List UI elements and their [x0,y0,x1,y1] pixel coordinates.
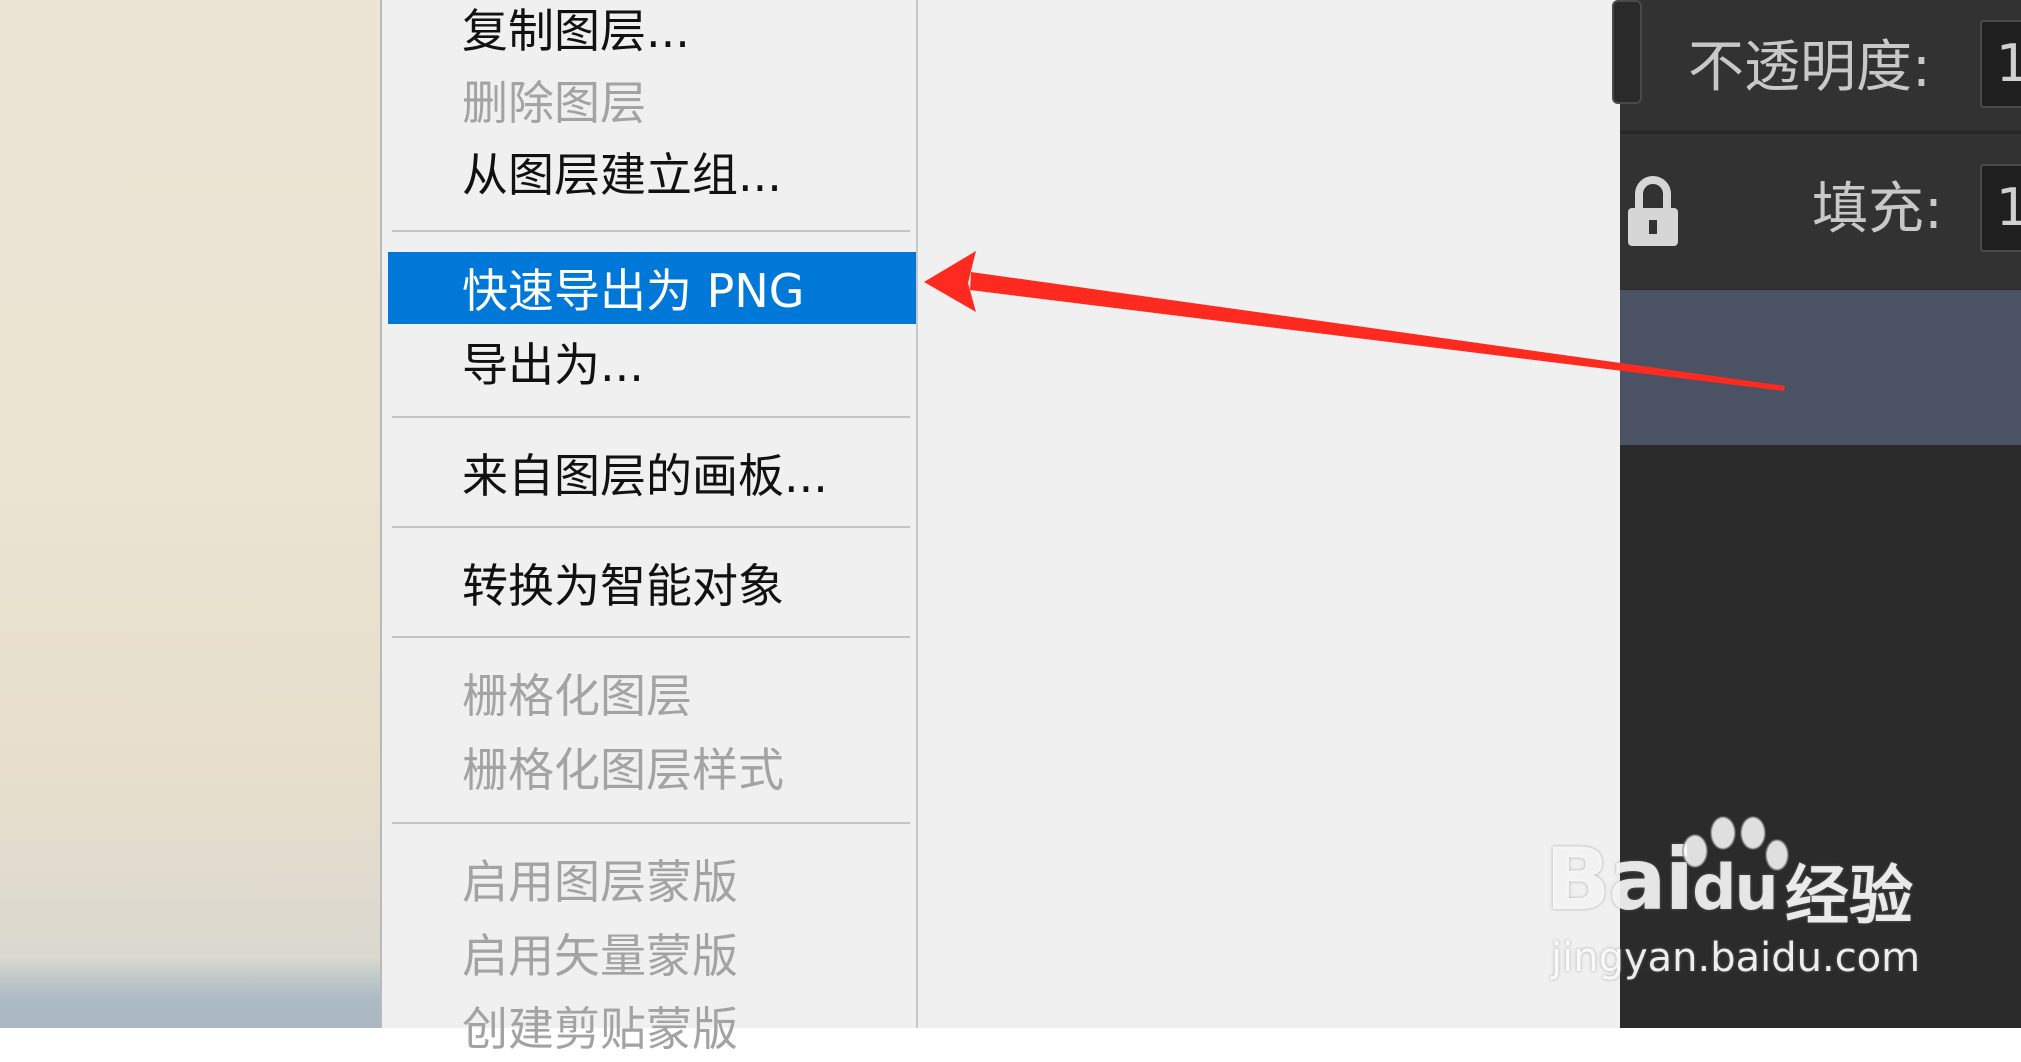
menu-item-delete-layer: 删除图层 [462,76,646,130]
watermark-suffix: 经验 [1785,860,1913,934]
opacity-label: 不透明度: [1688,35,1931,100]
opacity-field[interactable]: 1 [1980,20,2021,108]
menu-blank-area [918,0,1620,1028]
menu-item-rasterize-layer-style: 栅格化图层样式 [462,743,784,797]
selected-layer-row[interactable] [1620,290,2021,445]
menu-item-enable-vector-mask: 启用矢量蒙版 [462,929,738,983]
menu-separator [392,526,910,528]
fill-row: 填充: 1 [1620,132,2021,289]
menu-item-export-as[interactable]: 导出为... [388,326,916,398]
lock-icon[interactable] [1626,170,1680,250]
menu-item-duplicate-layer[interactable]: 复制图层... [388,0,916,64]
baidu-jingyan-watermark: Baidu 经验 jingyan.baidu.com [1545,815,2015,995]
fill-label: 填充: [1812,177,1943,242]
context-menu: 复制图层... 删除图层 从图层建立组... 快速导出为 PNG 导出为... … [380,0,918,1056]
menu-item-quick-export-png[interactable]: 快速导出为 PNG [388,252,916,324]
menu-item-artboard-from-layers[interactable]: 来自图层的画板... [388,437,916,509]
fill-field[interactable]: 1 [1980,164,2021,252]
menu-separator [392,416,910,418]
watermark-url: jingyan.baidu.com [1551,935,1921,981]
document-canvas [0,0,380,1028]
paw-icon [1682,816,1789,871]
menu-item-group-from-layers[interactable]: 从图层建立组... [388,136,916,208]
menu-item-enable-layer-mask: 启用图层蒙版 [462,855,738,909]
menu-separator [392,636,910,638]
menu-item-create-clipping-mask: 创建剪贴蒙版 [462,1002,738,1056]
menu-separator [392,230,910,232]
canvas-landscape [0,958,380,1028]
menu-separator [392,822,910,824]
blend-mode-dropdown[interactable] [1612,0,1642,104]
menu-item-rasterize-layer: 栅格化图层 [462,669,692,723]
opacity-row: 不透明度: 1 [1612,0,2021,130]
menu-item-convert-smart-object[interactable]: 转换为智能对象 [388,547,916,619]
